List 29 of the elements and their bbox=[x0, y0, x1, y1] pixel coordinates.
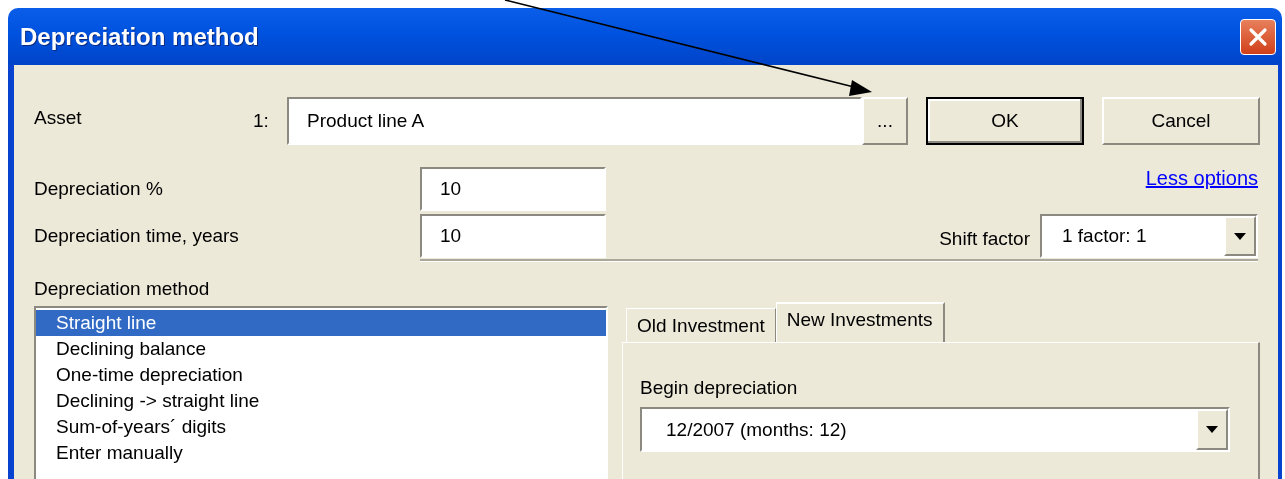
depreciation-percent-field[interactable]: 10 bbox=[420, 167, 606, 211]
depreciation-time-field[interactable]: 10 bbox=[420, 214, 606, 258]
shift-factor-label: Shift factor bbox=[939, 228, 1030, 250]
shift-factor-dropdown[interactable]: 1 factor: 1 bbox=[1040, 214, 1258, 258]
depreciation-time-label: Depreciation time, years bbox=[34, 225, 240, 247]
method-list-item[interactable]: Declining -> straight line bbox=[36, 388, 606, 414]
method-list-item[interactable]: Sum-of-years´ digits bbox=[36, 414, 606, 440]
asset-label: Asset bbox=[34, 107, 83, 129]
begin-depreciation-dropdown[interactable]: 12/2007 (months: 12) bbox=[640, 407, 1230, 452]
ok-button[interactable]: OK bbox=[926, 97, 1084, 145]
begin-depreciation-label: Begin depreciation bbox=[640, 377, 799, 399]
tab[interactable]: New Investments bbox=[775, 302, 945, 342]
asset-field[interactable]: Product line A bbox=[287, 97, 862, 145]
window-title: Depreciation method bbox=[20, 22, 259, 51]
asset-number: 1: bbox=[253, 110, 270, 132]
browse-button[interactable]: ... bbox=[862, 97, 908, 145]
method-list-item[interactable]: Enter manually bbox=[36, 440, 606, 466]
depreciation-percent-label: Depreciation % bbox=[34, 178, 164, 200]
method-list-item[interactable]: One-time depreciation bbox=[36, 362, 606, 388]
tab[interactable]: Old Investment bbox=[626, 308, 776, 342]
method-list-item[interactable]: Straight line bbox=[36, 310, 606, 336]
dropdown-arrow-icon bbox=[1234, 232, 1246, 240]
depreciation-method-label: Depreciation method bbox=[34, 278, 211, 301]
close-button[interactable] bbox=[1240, 18, 1276, 55]
method-list-item[interactable]: Declining balance bbox=[36, 336, 606, 362]
less-options-link[interactable]: Less options bbox=[1145, 167, 1258, 190]
cancel-button[interactable]: Cancel bbox=[1102, 97, 1260, 145]
close-icon bbox=[1248, 26, 1268, 47]
dropdown-arrow-icon bbox=[1206, 426, 1218, 433]
